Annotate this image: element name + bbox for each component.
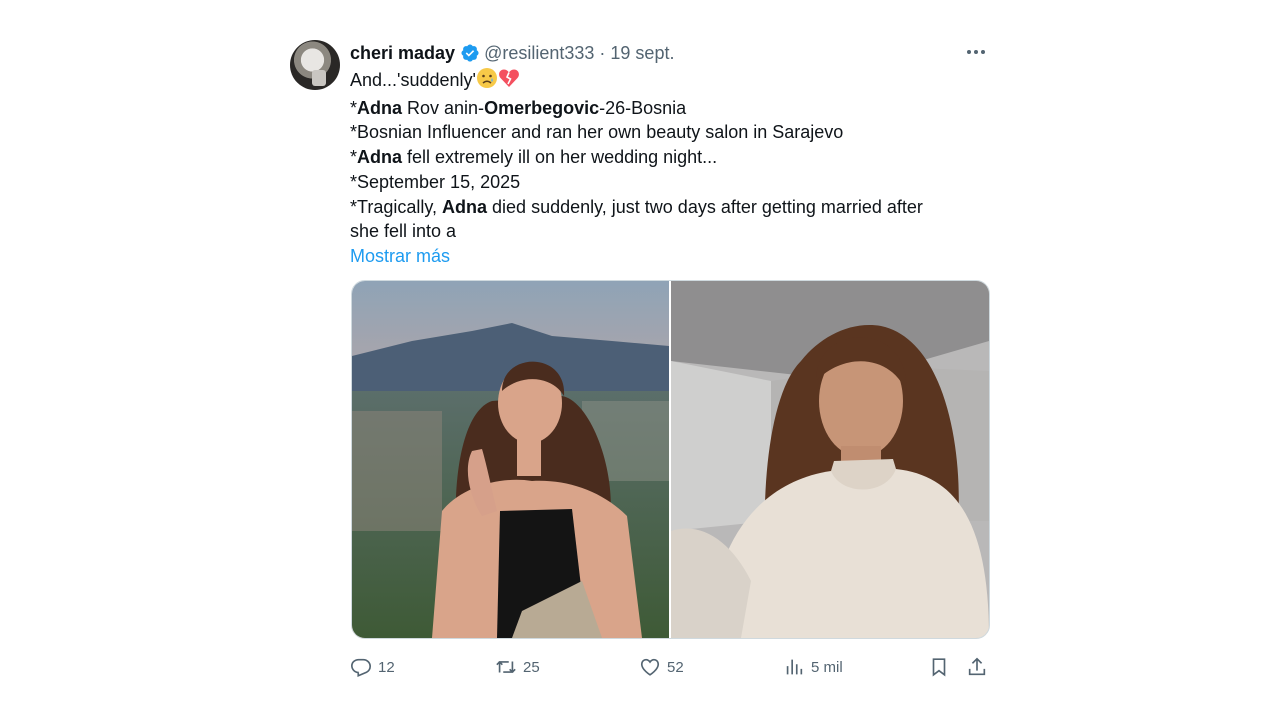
tweet-line: *Bosnian Influencer and ran her own beau… xyxy=(350,122,844,143)
like-button[interactable]: 52 xyxy=(639,652,684,682)
views-icon xyxy=(786,659,803,675)
reply-button[interactable]: 12 xyxy=(350,652,395,682)
action-bar: 12 25 52 5 mil xyxy=(350,652,990,682)
author-handle[interactable]: @resilient333 xyxy=(484,43,594,64)
repost-button[interactable]: 25 xyxy=(495,652,540,682)
broken-heart-icon xyxy=(498,67,520,96)
photo-woman-selfie-sweater[interactable] xyxy=(671,281,989,638)
media-grid xyxy=(351,280,990,639)
verified-badge-icon xyxy=(461,44,479,62)
repost-icon xyxy=(496,661,516,673)
tweet-line: *Adna Rov anin-Omerbegovic-26-Bosnia xyxy=(350,97,687,118)
separator: · xyxy=(599,42,606,63)
author-name[interactable]: cheri maday xyxy=(350,43,455,64)
reply-icon xyxy=(351,658,371,677)
tweet-line: And...'suddenly' xyxy=(350,67,980,96)
tweet-header: cheri maday @resilient333 · 19 sept. xyxy=(350,40,674,66)
tweet-line: *Tragically, Adna died suddenly, just tw… xyxy=(350,196,923,217)
more-icon[interactable] xyxy=(962,40,990,64)
bookmark-button[interactable] xyxy=(928,652,956,682)
views-count: 5 mil xyxy=(811,658,843,676)
like-icon xyxy=(640,658,660,676)
tweet-line: *Adna fell extremely ill on her wedding … xyxy=(350,147,718,168)
share-button[interactable] xyxy=(966,652,994,682)
avatar[interactable] xyxy=(290,40,340,90)
tweet-line: she fell into a xyxy=(350,221,457,242)
bookmark-icon xyxy=(932,658,946,677)
like-count: 52 xyxy=(667,658,684,676)
views-button[interactable]: 5 mil xyxy=(783,652,843,682)
repost-count: 25 xyxy=(523,658,540,676)
sad-face-icon xyxy=(476,67,498,96)
photo-woman-smiling-outdoors[interactable] xyxy=(352,281,671,638)
share-icon xyxy=(968,657,986,676)
show-more-link[interactable]: Mostrar más xyxy=(350,244,980,269)
reply-count: 12 xyxy=(378,658,395,676)
tweet[interactable]: cheri maday @resilient333 · 19 sept. And… xyxy=(290,38,990,698)
tweet-line: *September 15, 2025 xyxy=(350,171,521,192)
tweet-text: And...'suddenly' *Adna Rov anin-Omerbego… xyxy=(350,67,980,269)
post-date[interactable]: 19 sept. xyxy=(610,43,674,64)
